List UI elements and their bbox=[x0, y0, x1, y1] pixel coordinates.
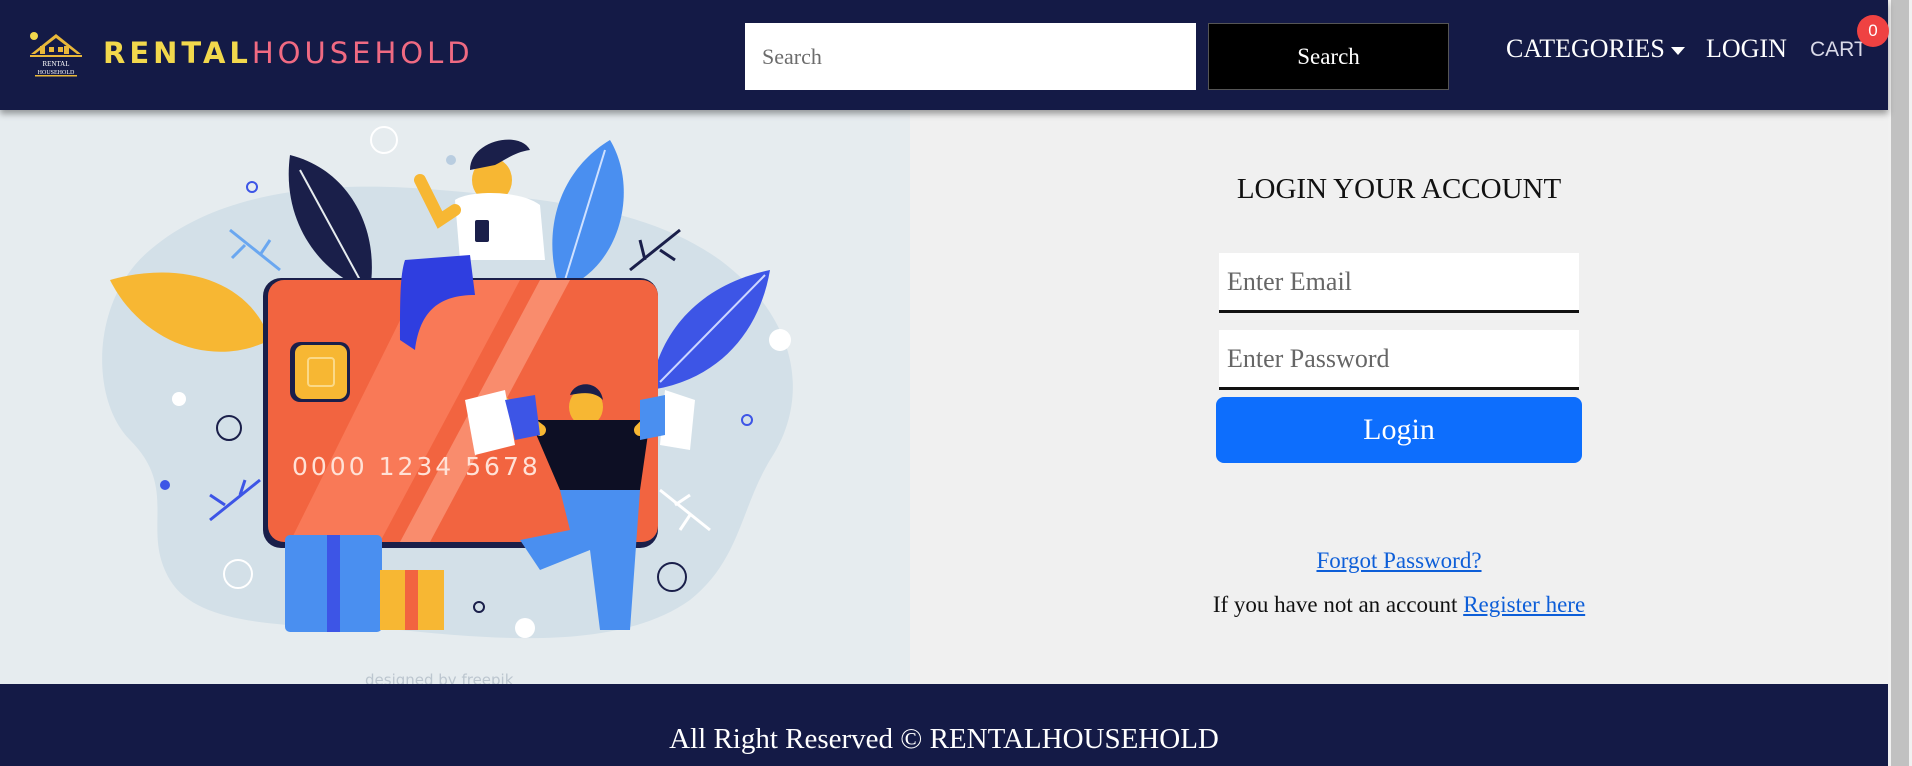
search-button[interactable]: Search bbox=[1208, 23, 1449, 90]
nav-login-link[interactable]: LOGIN bbox=[1706, 34, 1787, 64]
cart-count-badge: 0 bbox=[1857, 15, 1889, 47]
logo-text-household: HOUSEHOLD bbox=[251, 35, 474, 70]
nav-cart-link[interactable]: CART bbox=[1810, 38, 1867, 62]
top-navbar: RENTAL HOUSEHOLD RENTALHOUSEHOLD Search … bbox=[0, 0, 1889, 110]
forgot-password-row: Forgot Password? bbox=[910, 548, 1888, 574]
house-logo-icon: RENTAL HOUSEHOLD bbox=[30, 32, 82, 77]
caret-down-icon bbox=[1670, 47, 1685, 56]
card-number-text: 0000 1234 5678 bbox=[292, 452, 541, 481]
login-panel: LOGIN YOUR ACCOUNT Login Forgot Password… bbox=[910, 110, 1888, 684]
shopping-illustration: 0000 1234 5678 9 designed by freepik bbox=[0, 110, 910, 684]
vertical-scrollbar[interactable] bbox=[1888, 0, 1912, 766]
login-title: LOGIN YOUR ACCOUNT bbox=[1236, 173, 1562, 205]
scrollbar-thumb[interactable] bbox=[1891, 0, 1909, 766]
email-field[interactable] bbox=[1219, 253, 1579, 313]
password-field[interactable] bbox=[1219, 330, 1579, 390]
credit-card-shopping-illustration: 0000 1234 5678 9 designed by freepik bbox=[102, 126, 793, 684]
logo-text-rental: RENTAL bbox=[103, 35, 252, 70]
nav-categories-label: CATEGORIES bbox=[1506, 34, 1665, 63]
login-button[interactable]: Login bbox=[1216, 397, 1582, 463]
page-footer: All Right Reserved © RENTALHOUSEHOLD bbox=[0, 684, 1888, 766]
footer-copyright: All Right Reserved © RENTALHOUSEHOLD bbox=[669, 723, 1219, 755]
site-logo[interactable]: RENTAL HOUSEHOLD RENTALHOUSEHOLD bbox=[27, 28, 474, 78]
logo-text: RENTALHOUSEHOLD bbox=[103, 35, 474, 70]
register-link[interactable]: Register here bbox=[1463, 592, 1585, 617]
nav-categories-dropdown[interactable]: CATEGORIES bbox=[1506, 34, 1685, 64]
logo-icon-text-rental: RENTAL bbox=[42, 60, 69, 68]
freepik-credit: designed by freepik bbox=[365, 671, 514, 684]
search-input[interactable] bbox=[745, 23, 1196, 90]
register-row: If you have not an account Register here bbox=[910, 592, 1888, 618]
forgot-password-link[interactable]: Forgot Password? bbox=[1316, 548, 1481, 573]
register-prefix-text: If you have not an account bbox=[1212, 592, 1458, 617]
